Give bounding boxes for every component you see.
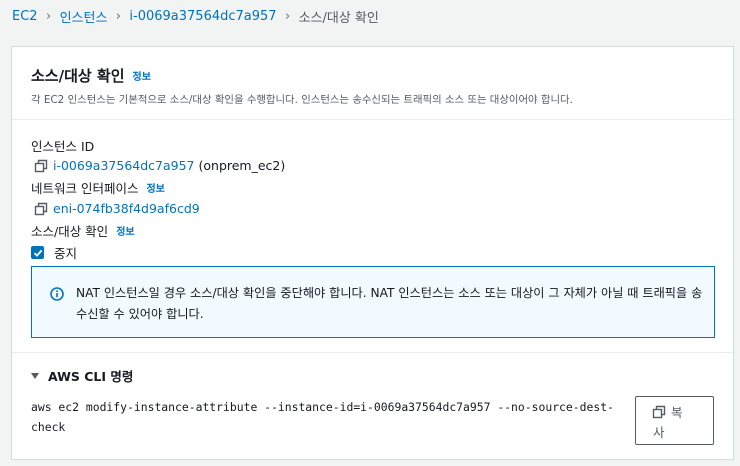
chevron-right-icon: › <box>284 8 291 24</box>
source-dest-check-label: 소스/대상 확인 정보 <box>31 221 135 240</box>
breadcrumb: EC2 › 인스턴스 › i-0069a37564dc7a957 › 소스/대상… <box>12 6 379 26</box>
stop-checkbox[interactable] <box>31 246 44 259</box>
page-title-text: 소스/대상 확인 <box>31 67 125 85</box>
chevron-right-icon: › <box>115 8 121 24</box>
stop-checkbox-row[interactable]: 중지 <box>31 243 77 262</box>
info-link[interactable]: 정보 <box>146 184 164 195</box>
source-dest-check-panel: 소스/대상 확인 정보 각 EC2 인스턴스는 기본적으로 소스/대상 확인을 수… <box>11 46 734 460</box>
network-interface-label-text: 네트워크 인터페이스 <box>31 181 139 196</box>
alert-text: NAT 인스턴스일 경우 소스/대상 확인을 중단해야 합니다. NAT 인스턴… <box>76 286 703 321</box>
divider <box>12 352 733 353</box>
info-link[interactable]: 정보 <box>116 227 134 238</box>
panel-header: 소스/대상 확인 정보 각 EC2 인스턴스는 기본적으로 소스/대상 확인을 수… <box>12 47 733 120</box>
copy-button[interactable]: 복 사 <box>635 396 714 445</box>
network-interface-value: eni-074fb38f4d9af6cd9 <box>34 201 200 216</box>
network-interface-label: 네트워크 인터페이스 정보 <box>31 178 165 197</box>
breadcrumb-ec2[interactable]: EC2 <box>12 9 38 24</box>
page-title: 소스/대상 확인 정보 <box>31 65 151 86</box>
breadcrumb-current: 소스/대상 확인 <box>298 10 379 26</box>
cli-section-title: AWS CLI 명령 <box>48 369 134 384</box>
info-link[interactable]: 정보 <box>133 72 151 83</box>
page-description: 각 EC2 인스턴스는 기본적으로 소스/대상 확인을 수행합니다. 인스턴스는… <box>31 94 573 106</box>
instance-id-label: 인스턴스 ID <box>31 139 95 154</box>
chevron-right-icon: › <box>45 8 52 24</box>
stop-checkbox-label: 중지 <box>54 246 78 261</box>
cli-command: aws ec2 modify-instance-attribute --inst… <box>31 400 614 434</box>
copy-icon[interactable] <box>34 159 48 173</box>
breadcrumb-instances[interactable]: 인스턴스 <box>60 7 108 26</box>
breadcrumb-instance-id[interactable]: i-0069a37564dc7a957 <box>129 9 276 24</box>
copy-button-label-line2: 사 <box>653 426 665 440</box>
info-circle-icon <box>50 287 64 301</box>
copy-button-label-line1: 복 <box>671 406 683 420</box>
cli-section-toggle[interactable]: AWS CLI 명령 <box>31 366 133 385</box>
copy-icon <box>652 405 666 419</box>
instance-id-link[interactable]: i-0069a37564dc7a957 <box>53 158 195 173</box>
source-dest-check-label-text: 소스/대상 확인 <box>31 224 109 239</box>
copy-icon[interactable] <box>34 202 48 216</box>
nat-info-alert: NAT 인스턴스일 경우 소스/대상 확인을 중단해야 합니다. NAT 인스턴… <box>31 266 715 338</box>
instance-id-value: i-0069a37564dc7a957 (onprem_ec2) <box>34 158 285 173</box>
instance-name: (onprem_ec2) <box>198 158 286 173</box>
network-interface-link[interactable]: eni-074fb38f4d9af6cd9 <box>53 201 200 216</box>
caret-down-icon <box>31 372 39 379</box>
checkmark-icon <box>33 249 42 257</box>
